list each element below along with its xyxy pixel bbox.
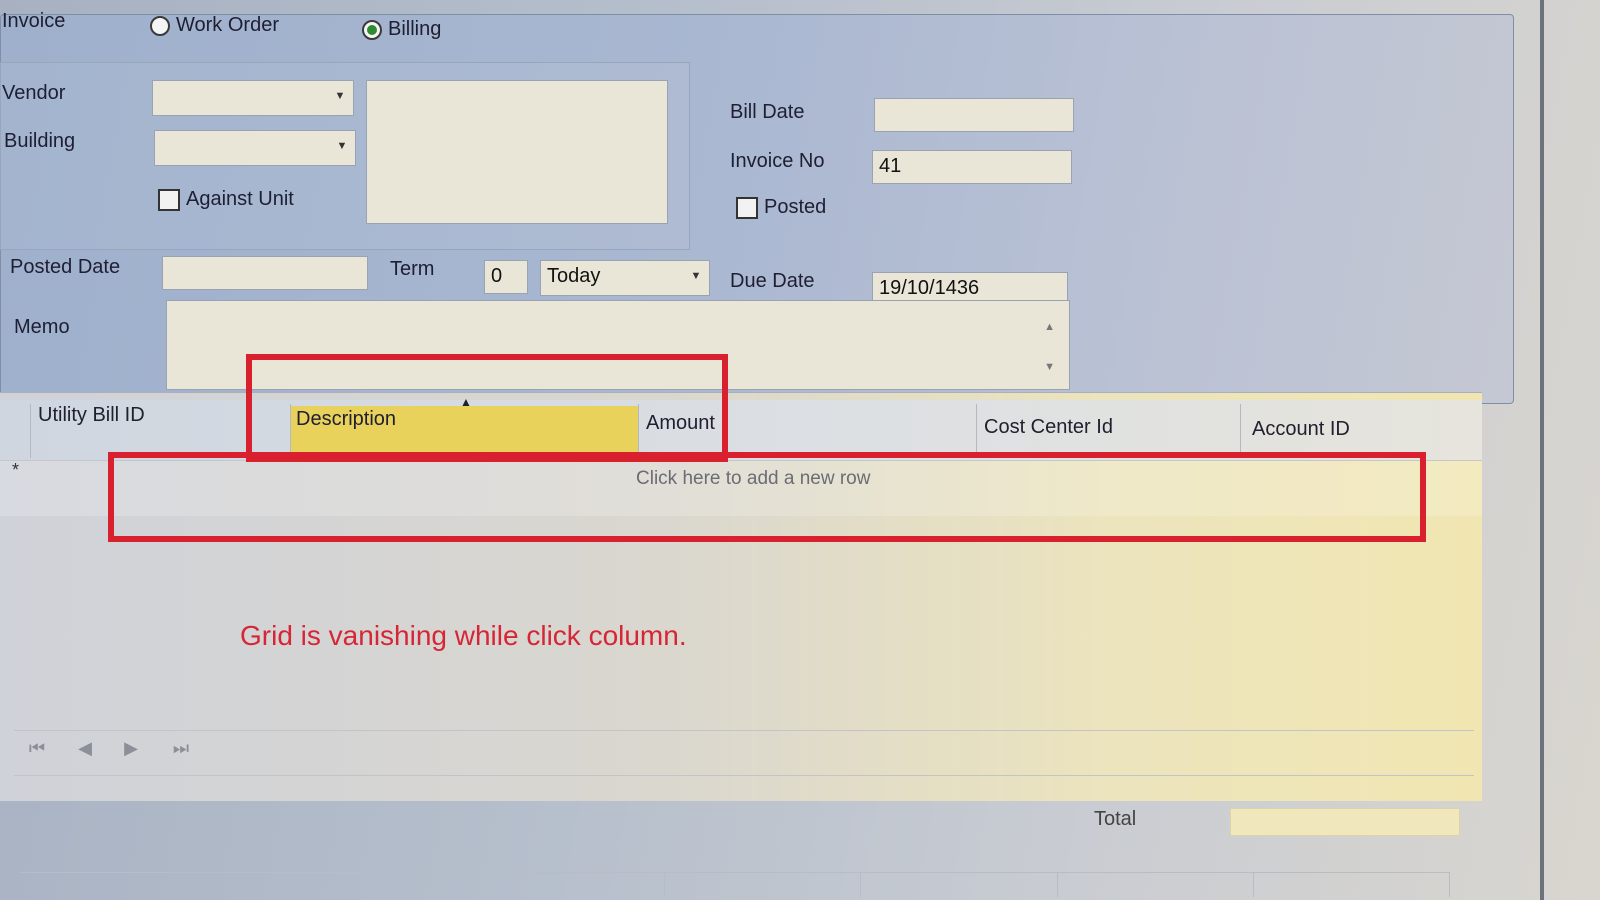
invoice-no-value: 41 [879,155,902,177]
vendor-combobox[interactable]: ▼ [152,80,354,116]
status-bar [20,872,1450,897]
term-label: Term [390,258,435,280]
term-option-value: Today [547,265,601,287]
status-cell [1058,873,1254,897]
bill-date-label: Bill Date [730,101,805,123]
posted-check-box[interactable] [736,196,758,219]
radio-billing[interactable]: Billing [362,18,441,41]
grid-column-cost-center-id[interactable]: Cost Center Id [984,416,1113,439]
posted-checkbox[interactable]: Posted [736,196,826,219]
posted-date-field[interactable] [162,256,368,290]
new-row-indicator: * [12,460,20,480]
term-days-field[interactable]: 0 [484,260,528,294]
grid-column-account-id[interactable]: Account ID [1252,418,1350,441]
radio-work-order-label: Work Order [176,14,279,36]
radio-work-order-circle[interactable] [150,15,170,36]
total-label: Total [1094,808,1137,830]
status-cell [665,873,862,897]
due-date-label: Due Date [730,270,815,292]
chevron-down-icon[interactable]: ▼ [687,267,705,285]
chevron-down-icon[interactable]: ▼ [333,137,351,155]
annotation-box-row [108,452,1426,542]
last-record-icon[interactable]: ⏭ [166,738,196,759]
window-edge [1540,0,1544,900]
invoice-type-label: Invoice [2,10,66,32]
grid-column-divider [30,404,31,458]
scroll-up-icon[interactable]: ▲ [1044,321,1055,333]
vendor-details-textbox[interactable] [366,80,668,224]
radio-billing-label: Billing [388,18,442,40]
chevron-down-icon[interactable]: ▼ [331,87,349,105]
annotation-box-header [246,354,728,462]
invoice-no-field[interactable]: 41 [872,150,1072,184]
term-days-value: 0 [491,265,503,287]
annotation-text: Grid is vanishing while click column. [240,620,687,651]
against-unit-check-box[interactable] [158,188,180,211]
bill-date-field[interactable] [874,98,1074,132]
building-label: Building [4,130,76,152]
scroll-down-icon[interactable]: ▼ [1044,361,1055,373]
status-cell [20,873,666,897]
memo-label: Memo [14,316,70,338]
grid-navigator [14,730,1474,776]
grid-column-divider [976,404,977,458]
first-record-icon[interactable]: ⏮ [22,738,52,759]
posted-label: Posted [764,196,827,218]
radio-work-order[interactable]: Work Order [150,14,279,37]
next-record-icon[interactable]: ▶ [116,738,146,759]
radio-billing-circle[interactable] [362,19,382,40]
invoice-no-label: Invoice No [730,150,825,172]
against-unit-checkbox[interactable]: Against Unit [158,188,294,211]
posted-date-label: Posted Date [10,256,121,278]
previous-record-icon[interactable]: ◀ [70,738,100,759]
against-unit-label: Against Unit [186,188,294,210]
building-combobox[interactable]: ▼ [154,130,356,166]
grid-column-divider [1240,404,1241,458]
term-combobox[interactable]: Today ▼ [540,260,710,296]
due-date-value: 19/10/1436 [879,277,980,299]
grid-column-utility-bill-id[interactable]: Utility Bill ID [38,404,145,427]
vendor-label: Vendor [2,82,66,104]
status-cell [861,873,1058,897]
total-field [1230,808,1460,836]
status-cell [1254,873,1450,897]
